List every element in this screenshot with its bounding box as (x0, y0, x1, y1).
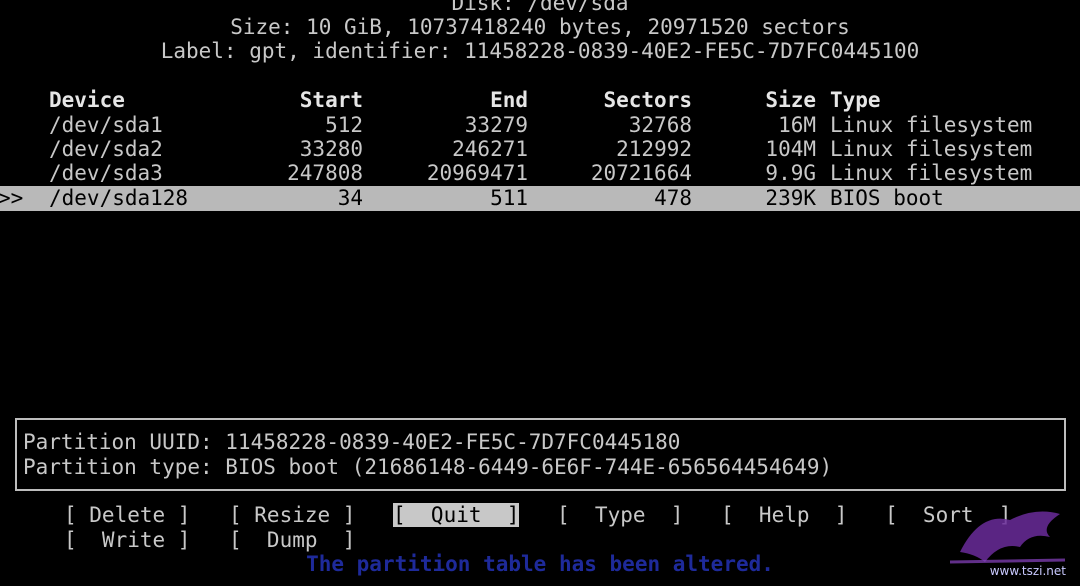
row-start: 34 (337, 186, 363, 210)
row-size: 16M (778, 113, 816, 137)
selection-marker: >> (0, 186, 24, 210)
partition-row-sda128-selected[interactable]: >> /dev/sda128 34 511 478 239K BIOS boot (0, 186, 1080, 211)
row-type: Linux filesystem (830, 113, 1033, 137)
watermark-text: www.tszi.net (989, 564, 1066, 578)
row-device: /dev/sda3 (49, 161, 163, 185)
row-start: 33280 (299, 137, 363, 161)
header-sectors: Sectors (603, 88, 692, 112)
row-type: BIOS boot (830, 186, 944, 210)
row-size: 104M (765, 137, 816, 161)
resize-button[interactable]: [ Resize ] (229, 503, 355, 527)
partition-type: Partition type: BIOS boot (21686148-6449… (23, 455, 833, 479)
header-device: Device (49, 88, 125, 112)
header-size: Size (765, 88, 816, 112)
row-sectors: 20721664 (590, 161, 692, 185)
header-end: End (490, 88, 528, 112)
disk-size-line: Size: 10 GiB, 10737418240 bytes, 2097152… (230, 15, 850, 39)
row-start: 247808 (287, 161, 363, 185)
delete-button[interactable]: [ Delete ] (64, 503, 190, 527)
partition-info-box: Partition UUID: 11458228-0839-40E2-FE5C-… (15, 418, 1066, 491)
row-type: Linux filesystem (830, 161, 1033, 185)
help-button[interactable]: [ Help ] (721, 503, 847, 527)
dump-button[interactable]: [ Dump ] (229, 528, 355, 552)
row-size: 9.9G (765, 161, 816, 185)
status-message: The partition table has been altered. (306, 552, 774, 576)
disk-title: Disk: /dev/sda (451, 0, 629, 15)
row-type: Linux filesystem (830, 137, 1033, 161)
row-sectors: 32768 (628, 113, 692, 137)
header-start: Start (299, 88, 363, 112)
partition-uuid: Partition UUID: 11458228-0839-40E2-FE5C-… (23, 430, 681, 454)
watermark-logo: www.tszi.net (940, 502, 1072, 580)
row-sectors: 478 (654, 186, 692, 210)
row-size: 239K (765, 186, 816, 210)
row-end: 20969471 (426, 161, 528, 185)
row-device: /dev/sda128 (49, 186, 189, 210)
disk-label-line: Label: gpt, identifier: 11458228-0839-40… (160, 39, 920, 63)
row-end: 33279 (464, 113, 528, 137)
row-end: 511 (490, 186, 528, 210)
quit-button[interactable]: [ Quit ] (393, 503, 520, 527)
row-sectors: 212992 (616, 137, 692, 161)
write-button[interactable]: [ Write ] (64, 528, 190, 552)
row-device: /dev/sda1 (49, 113, 163, 137)
row-end: 246271 (452, 137, 528, 161)
row-device: /dev/sda2 (49, 137, 163, 161)
header-type: Type (830, 88, 881, 112)
type-button[interactable]: [ Type ] (557, 503, 683, 527)
row-start: 512 (325, 113, 363, 137)
